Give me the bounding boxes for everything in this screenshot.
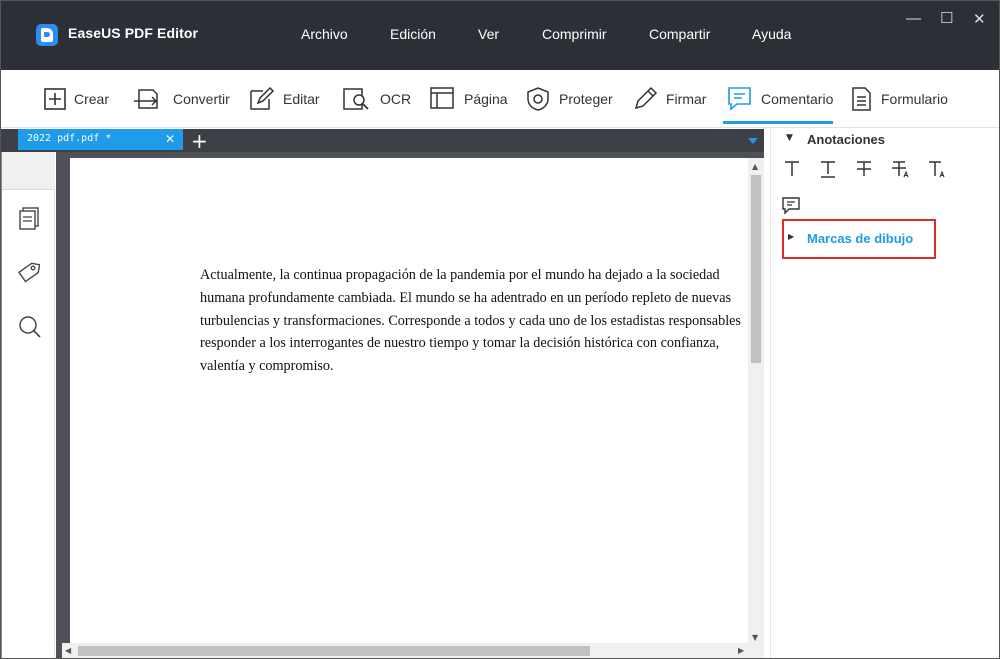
text-line: humana profundamente cambiada. El mundo … <box>200 289 732 306</box>
convert-icon <box>134 89 158 109</box>
main-toolbar: Crear Convertir Editar OCR Página Proteg… <box>0 70 1000 128</box>
page-icon <box>430 87 454 109</box>
tool-formulario[interactable]: Formulario <box>851 84 948 114</box>
close-button[interactable]: ✕ <box>973 10 986 28</box>
tool-label: Comentario <box>761 91 834 107</box>
tool-label: Firmar <box>666 91 707 107</box>
tool-label: Formulario <box>881 91 948 107</box>
text-line: valentía y compromiso. <box>200 358 334 375</box>
menu-ayuda[interactable]: Ayuda <box>752 26 791 42</box>
thumbnails-icon[interactable] <box>18 207 40 236</box>
menu-ver[interactable]: Ver <box>478 26 499 42</box>
text-icon[interactable] <box>783 158 801 185</box>
menu-archivo[interactable]: Archivo <box>301 26 348 42</box>
tool-label: Proteger <box>559 91 613 107</box>
minimize-button[interactable]: — <box>906 10 921 27</box>
drawing-marks-label[interactable]: Marcas de dibujo <box>807 231 913 246</box>
scroll-down-arrow-icon[interactable]: ▼ <box>752 633 758 642</box>
strikethrough-text-icon[interactable] <box>855 158 873 185</box>
form-icon <box>852 87 871 111</box>
title-bar: EaseUS PDF Editor Archivo Edición Ver Co… <box>0 0 1000 70</box>
tool-proteger[interactable]: Proteger <box>525 84 613 114</box>
scroll-up-arrow-icon[interactable]: ▲ <box>752 162 758 171</box>
menu-comprimir[interactable]: Comprimir <box>542 26 607 42</box>
insert-text-icon[interactable] <box>927 158 947 185</box>
pen-icon <box>634 86 658 110</box>
tool-firmar[interactable]: Firmar <box>632 84 706 114</box>
edit-icon <box>250 87 275 110</box>
plus-square-icon <box>44 88 66 110</box>
tool-pagina[interactable]: Página <box>430 84 508 114</box>
pdf-page[interactable]: Actualmente, la continua propagación de … <box>70 158 748 648</box>
text-line: responder a los interrogantes de nuestro… <box>200 335 720 352</box>
tool-ocr[interactable]: OCR <box>342 84 411 114</box>
page-paragraph[interactable]: Actualmente, la continua propagación de … <box>200 264 748 378</box>
tab-list-dropdown-icon[interactable] <box>748 138 758 144</box>
text-line: Actualmente, la continua propagación de … <box>200 267 720 283</box>
tool-label: Crear <box>74 91 110 107</box>
add-tab-button[interactable]: + <box>191 129 208 153</box>
scroll-left-arrow-icon[interactable]: ◀ <box>65 646 71 655</box>
annotations-heading[interactable]: Anotaciones <box>807 132 885 147</box>
tool-label: Página <box>464 91 508 107</box>
app-logo-icon <box>36 24 58 46</box>
note-comment-icon[interactable] <box>781 196 801 221</box>
panel-divider <box>770 129 771 659</box>
tool-label: Convertir <box>173 91 230 107</box>
close-tab-icon[interactable]: ✕ <box>165 132 175 146</box>
tool-comentario[interactable]: Comentario <box>727 84 833 114</box>
app-title: EaseUS PDF Editor <box>68 25 199 41</box>
active-tool-indicator <box>723 121 833 124</box>
tag-icon[interactable] <box>18 261 41 290</box>
search-icon[interactable] <box>18 315 42 344</box>
shield-icon <box>527 87 549 111</box>
document-tab-label: 2022 pdf.pdf * <box>27 133 112 144</box>
tool-editar[interactable]: Editar <box>249 84 320 114</box>
menu-edicion[interactable]: Edición <box>390 26 436 42</box>
tool-convertir[interactable]: Convertir <box>133 84 230 114</box>
comment-icon <box>728 87 751 111</box>
underline-text-icon[interactable] <box>819 158 837 185</box>
menu-compartir[interactable]: Compartir <box>649 26 710 42</box>
tool-crear[interactable]: Crear <box>44 84 109 114</box>
text-line: turbulencias y transformaciones. Corresp… <box>200 312 741 329</box>
left-sidebar-header <box>2 152 55 190</box>
collapse-caret-icon[interactable]: ▼ <box>786 133 793 143</box>
document-tab[interactable]: 2022 pdf.pdf * ✕ <box>18 129 183 150</box>
replace-text-icon[interactable] <box>891 158 911 185</box>
vertical-scroll-thumb[interactable] <box>751 175 761 363</box>
tool-label: Editar <box>283 91 320 107</box>
horizontal-scroll-thumb[interactable] <box>78 646 590 656</box>
tool-label: OCR <box>380 91 412 107</box>
maximize-button[interactable]: ☐ <box>940 9 953 27</box>
scroll-right-arrow-icon[interactable]: ▶ <box>738 646 744 655</box>
ocr-icon <box>343 88 369 110</box>
